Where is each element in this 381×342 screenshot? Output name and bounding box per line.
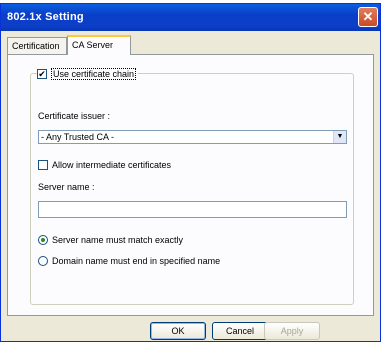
cancel-button[interactable]: Cancel [212, 322, 268, 340]
allow-intermediate-row[interactable]: Allow intermediate certificates [38, 160, 171, 170]
use-certificate-chain-label: Use certificate chain [51, 68, 137, 80]
use-certificate-chain-checkbox[interactable]: ✔ [37, 69, 47, 79]
allow-intermediate-checkbox[interactable] [38, 160, 48, 170]
radio-match-exactly-label: Server name must match exactly [52, 235, 184, 245]
window-title: 802.1x Setting [7, 11, 84, 23]
tab-ca-server[interactable]: CA Server [67, 35, 131, 55]
radio-match-exactly-row[interactable]: Server name must match exactly [38, 235, 183, 245]
tab-panel: ✔ Use certificate chain Certificate issu… [7, 54, 374, 316]
close-button[interactable]: ✕ [358, 7, 378, 27]
radio-match-exactly[interactable] [38, 235, 48, 245]
server-name-label: Server name : [38, 182, 95, 192]
certificate-issuer-select[interactable]: - Any Trusted CA - ▼ [38, 130, 347, 144]
server-name-input[interactable] [38, 201, 347, 218]
title-bar[interactable]: 802.1x Setting ✕ [1, 4, 380, 31]
dialog-window: 802.1x Setting ✕ Certification CA Server… [0, 3, 381, 342]
certificate-issuer-value: - Any Trusted CA - [41, 132, 115, 142]
apply-button: Apply [264, 322, 320, 340]
tab-certification[interactable]: Certification [7, 37, 67, 54]
use-certificate-chain-row[interactable]: ✔ Use certificate chain [37, 68, 139, 80]
certificate-issuer-label: Certificate issuer : [38, 111, 111, 121]
certificate-chain-group: Certificate issuer : - Any Trusted CA - … [30, 73, 354, 305]
chevron-down-icon[interactable]: ▼ [333, 131, 346, 143]
close-icon: ✕ [362, 9, 374, 24]
radio-domain-ends-row[interactable]: Domain name must end in specified name [38, 256, 220, 266]
radio-domain-ends[interactable] [38, 256, 48, 266]
ok-button[interactable]: OK [150, 322, 206, 340]
radio-domain-ends-label: Domain name must end in specified name [52, 256, 221, 266]
allow-intermediate-label: Allow intermediate certificates [52, 160, 172, 170]
